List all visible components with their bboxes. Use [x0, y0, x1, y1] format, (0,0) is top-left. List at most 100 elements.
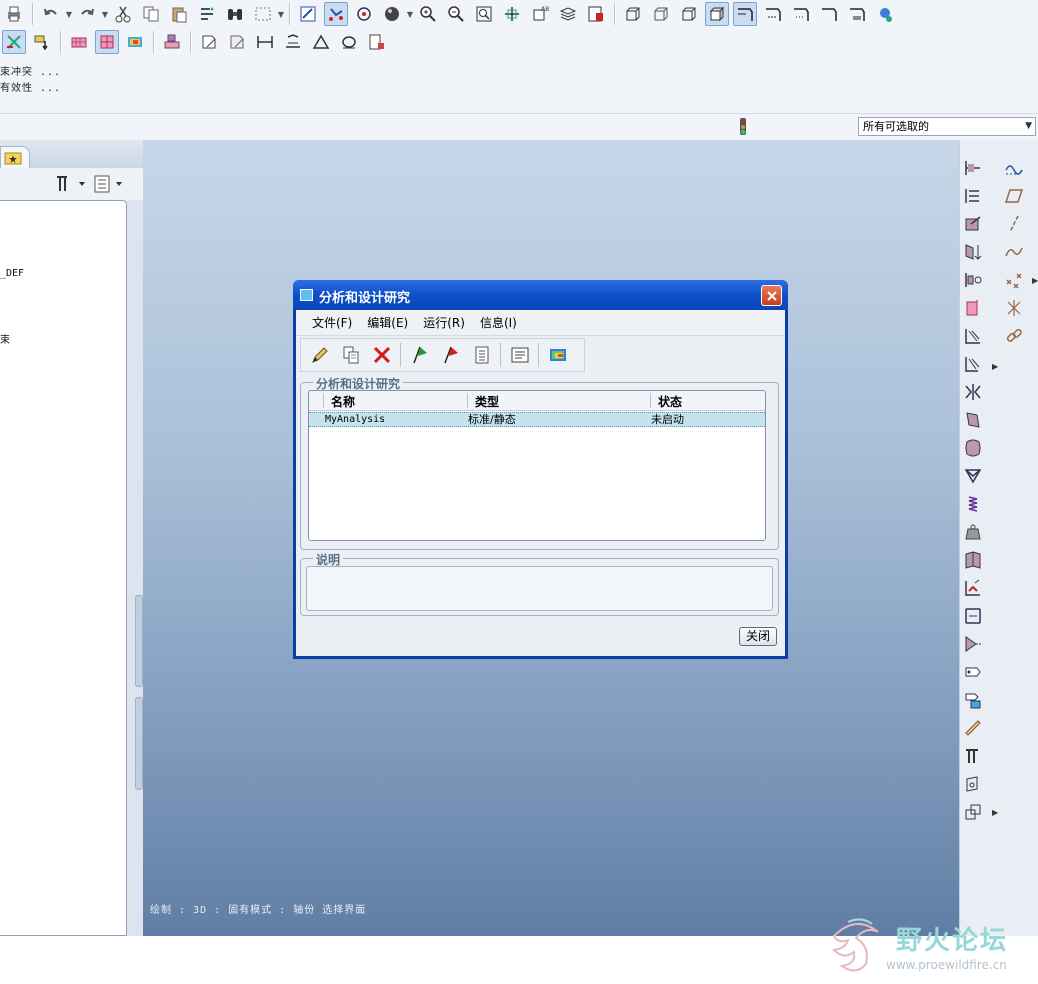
model-tree[interactable]: _DEF 束 — [0, 200, 127, 936]
orient-mode-button[interactable] — [352, 2, 376, 26]
interface-button[interactable] — [960, 632, 986, 656]
edit-definition-button[interactable] — [197, 30, 221, 54]
show-menu-button[interactable] — [93, 173, 127, 195]
datum-csys-feature-button[interactable] — [1001, 296, 1027, 320]
cut-button[interactable] — [111, 2, 135, 26]
spring-button[interactable] — [960, 492, 986, 516]
redo-dropdown[interactable]: ▼ — [101, 2, 109, 26]
simulation-display-button[interactable] — [2, 30, 26, 54]
edit-copy-button[interactable] — [225, 30, 249, 54]
undo-dropdown[interactable]: ▼ — [65, 2, 73, 26]
print-button[interactable] — [2, 2, 26, 26]
mass-properties-button[interactable] — [337, 30, 361, 54]
pressure-load-button[interactable] — [960, 240, 986, 264]
refit-button[interactable] — [472, 2, 496, 26]
force-load-button[interactable] — [960, 212, 986, 236]
surface-region-button[interactable] — [960, 800, 986, 824]
datum-axes-button[interactable] — [761, 2, 785, 26]
weld-button[interactable] — [960, 576, 986, 600]
assembly-button[interactable] — [160, 30, 184, 54]
datum-points-button[interactable] — [789, 2, 813, 26]
datum-axis-button[interactable] — [1001, 212, 1027, 236]
menu-run[interactable]: 运行(R) — [423, 314, 465, 331]
zoom-in-button[interactable] — [416, 2, 440, 26]
connection-tag-button[interactable] — [960, 688, 986, 712]
regenerate-button[interactable] — [195, 2, 219, 26]
ruler-button[interactable] — [960, 716, 986, 740]
link-button[interactable] — [1001, 324, 1027, 348]
column-header-status[interactable]: 状态 — [658, 393, 682, 410]
annotation-display-button[interactable] — [845, 2, 869, 26]
sash-handle-upper[interactable] — [135, 595, 143, 687]
wireframe-button[interactable] — [621, 2, 645, 26]
copy-study-button[interactable] — [338, 342, 364, 368]
more-tools-arrow[interactable]: ▶ — [1032, 276, 1038, 285]
results-window-button[interactable] — [545, 342, 571, 368]
datum-curve-button[interactable] — [1001, 240, 1027, 264]
spin-center-button[interactable] — [324, 2, 348, 26]
beam-button[interactable] — [960, 464, 986, 488]
more-tools-arrow[interactable]: ▶ — [992, 808, 998, 817]
start-run-button[interactable] — [407, 342, 433, 368]
gravity-load-button[interactable] — [960, 324, 986, 348]
selection-filter-select[interactable]: 所有可选取的 ▼ — [858, 117, 1036, 136]
description-field[interactable] — [306, 566, 773, 611]
rigid-link-button[interactable] — [960, 604, 986, 628]
volume-region-button[interactable] — [960, 772, 986, 796]
zoom-out-button[interactable] — [444, 2, 468, 26]
bearing-load-button[interactable] — [960, 268, 986, 292]
more-tools-arrow[interactable]: ▶ — [992, 362, 998, 371]
select-box-button[interactable] — [251, 2, 275, 26]
column-header-type[interactable]: 类型 — [475, 393, 499, 410]
paste-button[interactable] — [167, 2, 191, 26]
menu-file[interactable]: 文件(F) — [312, 314, 352, 331]
material-orientation-button[interactable] — [960, 436, 986, 460]
symmetry-button[interactable] — [960, 380, 986, 404]
load-display-button[interactable] — [30, 30, 54, 54]
model-display-button[interactable] — [95, 30, 119, 54]
measure-angle-button[interactable] — [309, 30, 333, 54]
regeneration-status-icon[interactable] — [733, 116, 753, 138]
connect-button[interactable] — [873, 2, 897, 26]
results-button[interactable] — [123, 30, 147, 54]
menu-info[interactable]: 信息(I) — [480, 314, 517, 331]
find-button[interactable] — [223, 2, 247, 26]
shading-dropdown[interactable]: ▼ — [406, 2, 414, 26]
datum-point-button[interactable] — [1001, 268, 1027, 292]
centrifugal-load-button[interactable] — [960, 296, 986, 320]
close-button[interactable]: 关闭 — [739, 627, 777, 646]
mesh-display-button[interactable] — [67, 30, 91, 54]
datum-plane-button[interactable] — [1001, 184, 1027, 208]
study-list[interactable]: 名称 类型 状态 MyAnalysis 标准/静态 未启动 — [308, 390, 766, 541]
view-manager-button[interactable] — [584, 2, 608, 26]
stop-run-button[interactable] — [438, 342, 464, 368]
column-header-name[interactable]: 名称 — [331, 393, 355, 410]
edit-study-button[interactable] — [307, 342, 333, 368]
navigator-sash[interactable] — [135, 595, 143, 790]
no-hidden-button[interactable] — [677, 2, 701, 26]
measure-button[interactable] — [960, 156, 986, 180]
dialog-title-bar[interactable]: 分析和设计研究 — [293, 280, 788, 310]
navigator-tab-folder[interactable] — [0, 146, 30, 168]
run-status-button[interactable] — [469, 342, 495, 368]
datum-planes-button[interactable] — [733, 2, 757, 26]
copy-button[interactable] — [139, 2, 163, 26]
menu-edit[interactable]: 编辑(E) — [367, 314, 408, 331]
datum-csys-button[interactable] — [817, 2, 841, 26]
material-button[interactable] — [960, 408, 986, 432]
mass-button[interactable] — [960, 520, 986, 544]
review-results-button[interactable] — [507, 342, 533, 368]
tool-settings-button[interactable] — [960, 744, 986, 768]
temperature-load-button[interactable] — [960, 352, 986, 376]
simulation-tag-button[interactable] — [960, 660, 986, 684]
settings-menu-button[interactable] — [53, 173, 87, 195]
datum-curve-sketch-button[interactable] — [1001, 156, 1027, 180]
undo-button[interactable] — [39, 2, 63, 26]
reorient-button[interactable] — [500, 2, 524, 26]
dialog-close-button[interactable] — [761, 285, 782, 306]
constraint-button[interactable] — [960, 184, 986, 208]
shell-button[interactable] — [960, 548, 986, 572]
select-dropdown[interactable]: ▼ — [277, 2, 285, 26]
layers-button[interactable] — [556, 2, 580, 26]
measure-distance-button[interactable] — [253, 30, 277, 54]
